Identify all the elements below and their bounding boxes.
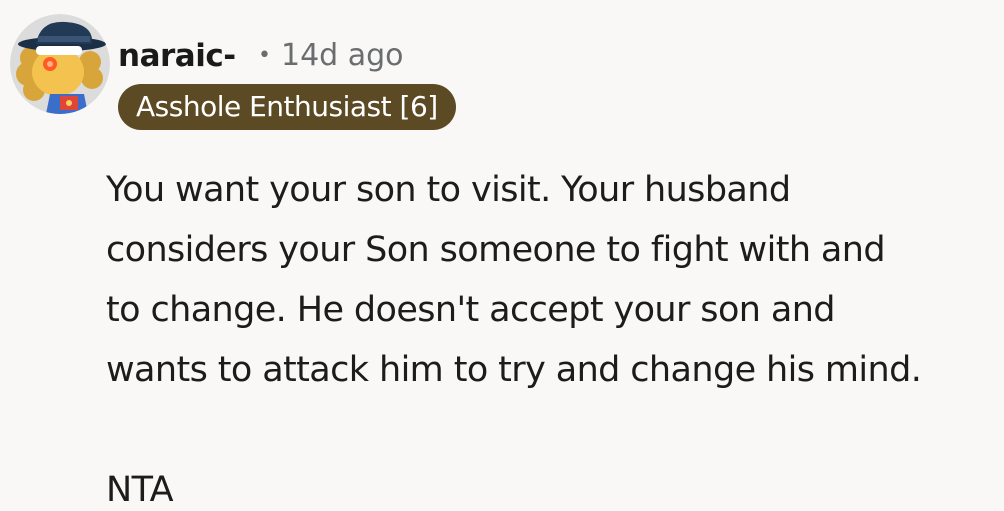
comment-meta: • 14d ago (258, 36, 404, 76)
user-flair-badge: Asshole Enthusiast [6] (118, 84, 456, 130)
username-link[interactable]: naraic- (118, 36, 236, 76)
snoo-avatar-icon[interactable] (10, 14, 110, 114)
comment-timestamp[interactable]: 14d ago (281, 38, 404, 73)
comment-verdict: NTA (106, 470, 174, 510)
comment-body: You want your son to visit. Your husband… (106, 160, 996, 511)
comment: naraic- • 14d ago Asshole Enthusiast [6] … (0, 0, 1004, 511)
comment-paragraph: You want your son to visit. Your husband… (106, 170, 922, 390)
meta-separator: • (258, 43, 271, 68)
